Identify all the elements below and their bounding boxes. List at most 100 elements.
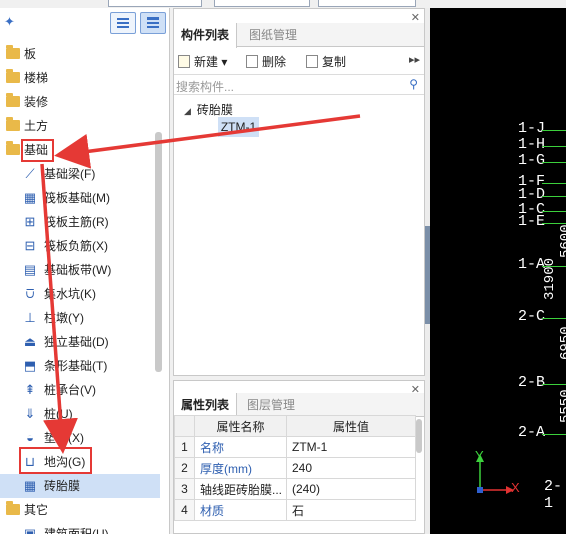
folder-icon [6, 141, 20, 155]
folder-icon [6, 93, 20, 107]
trench-icon: ⊔ [24, 454, 36, 469]
property-value[interactable]: 240 [286, 457, 416, 479]
property-panel: ✕ 属性列表 图层管理 属性名称 属性值 1 名称 ZTM-1 2 厚度(mm) 240 3… [173, 380, 425, 534]
footing-icon: ⏏ [23, 334, 37, 349]
strip-footing-icon: ⬒ [23, 358, 37, 373]
grid-view-button[interactable] [140, 12, 166, 34]
tree-item[interactable]: ⇓ 桩(U) [0, 402, 160, 426]
tree-folder[interactable]: 其它 [0, 498, 160, 522]
property-index: 3 [174, 478, 195, 500]
property-name: 材质 [194, 499, 287, 521]
tree-item[interactable]: ▣ 建筑面积(U) [0, 522, 160, 534]
area-icon: ▣ [23, 526, 37, 534]
folder-icon [6, 45, 20, 59]
tree-item-label: 桩(U) [44, 407, 73, 421]
property-name: 轴线距砖胎膜... [194, 478, 287, 500]
search-icon[interactable]: ⚲ [409, 77, 418, 91]
component-list-panel: ✕ 构件列表 图纸管理 新建 ▾ 删除 复制 ▸▸ 搜索构件... ⚲ ◢ 砖胎膜… [173, 8, 425, 376]
tab-drawing-management[interactable]: 图纸管理 [242, 23, 304, 47]
tree-toolbar: ✦ [0, 8, 169, 40]
tree-item-label: 筏板负筋(X) [44, 239, 108, 253]
axis-label: 2-A [518, 424, 546, 441]
tree-item[interactable]: ⏏ 独立基础(D) [0, 330, 160, 354]
tree-item[interactable]: ⟋ 基础梁(F) [0, 162, 160, 186]
tab-layer-management[interactable]: 图层管理 [240, 393, 302, 417]
property-value[interactable]: (240) [286, 478, 416, 500]
rebar-icon: ⊞ [24, 214, 36, 229]
tab-component-list[interactable]: 构件列表 [174, 23, 238, 48]
folder-icon [6, 501, 20, 515]
axis-grid-line [542, 146, 566, 147]
tree-folder[interactable]: 装修 [0, 90, 160, 114]
tree-folder[interactable]: 基础 [0, 138, 160, 162]
property-row[interactable]: 3 轴线距砖胎膜... (240) [174, 478, 416, 500]
search-input[interactable]: 搜索构件... [176, 78, 234, 95]
tree-item-label: 条形基础(T) [44, 359, 108, 373]
tree-item[interactable]: ⊔ 地沟(G) [0, 450, 160, 474]
pier-icon: ⊥ [24, 310, 36, 325]
top-dropdown-3[interactable] [318, 0, 416, 7]
top-dropdown-1[interactable] [108, 0, 202, 7]
tree-item-label: 筏板主筋(R) [44, 215, 109, 229]
axis-label: 1-A [518, 256, 546, 273]
collapse-triangle-icon[interactable]: ◢ [184, 106, 191, 116]
pile-cap-icon: ⇞ [24, 382, 36, 397]
sump-icon: ⩂ [25, 286, 35, 301]
delete-label: 删除 [262, 55, 287, 69]
tree-item[interactable]: ⇞ 桩承台(V) [0, 378, 160, 402]
component-actions: 新建 ▾ 删除 复制 ▸▸ [174, 47, 424, 75]
property-table-header: 属性名称 属性值 [174, 415, 416, 437]
tree-folder[interactable]: 楼梯 [0, 66, 160, 90]
axis-grid-line [542, 211, 566, 212]
axis-label: 2-B [518, 374, 546, 391]
axis-grid-line [542, 434, 566, 435]
tree-item[interactable]: ⬒ 条形基础(T) [0, 354, 160, 378]
tree-item[interactable]: ◒ 垫层(X) [0, 426, 160, 450]
axis-label: 1-J [518, 120, 546, 137]
cad-drawing-area[interactable]: 1-J 1-H 1-G 1-F 1-D 1-C 1-E 1-A 2-C 2-B 2-A 2-1 319… [430, 8, 566, 534]
tree-folder[interactable]: 土方 [0, 114, 160, 138]
group-label: 砖胎膜 [196, 103, 233, 117]
tree-item[interactable]: ⊥ 柱墩(Y) [0, 306, 160, 330]
tree-item-label: 建筑面积(U) [44, 527, 109, 534]
property-row[interactable]: 2 厚度(mm) 240 [174, 457, 416, 479]
copy-button[interactable]: 复制 [306, 53, 346, 70]
brick-mold-icon: ▦ [23, 478, 37, 493]
new-label: 新建 [194, 55, 219, 69]
property-value[interactable]: ZTM-1 [286, 436, 416, 458]
property-tabs: 属性列表 图层管理 [174, 393, 424, 418]
axis-grid-line [542, 196, 566, 197]
component-search[interactable]: 搜索构件... ⚲ [174, 75, 424, 95]
axis-label: 2-1 [544, 478, 563, 512]
tree-item-label: 基础板带(W) [44, 263, 112, 277]
property-value[interactable]: 石 [286, 499, 416, 521]
tree-folder[interactable]: 板 [0, 42, 160, 66]
pin-icon[interactable]: ✦ [4, 14, 15, 30]
more-chevron-icon[interactable]: ▸▸ [409, 53, 420, 66]
tree-item[interactable]: ⊟ 筏板负筋(X) [0, 234, 160, 258]
tree-item[interactable]: ▤ 基础板带(W) [0, 258, 160, 282]
property-scrollbar[interactable] [416, 419, 422, 453]
new-icon [178, 55, 190, 68]
property-row[interactable]: 4 材质石 [174, 499, 416, 521]
component-group[interactable]: ◢ 砖胎膜 [184, 101, 233, 118]
tree-item-label: 砖胎膜 [44, 479, 81, 493]
tree-item-label: 桩承台(V) [44, 383, 96, 397]
app-window: ✦ 板楼梯 装修 土方 基础 ⟋ 基础梁(F) ▦ 筏板基础(M) ⊞ 筏板主筋(R) ⊟ 筏板负筋(… [0, 0, 566, 534]
delete-button[interactable]: 删除 [246, 53, 286, 70]
neg-rebar-icon: ⊟ [24, 238, 36, 253]
tree-scrollbar[interactable] [155, 132, 162, 372]
property-row[interactable]: 1 名称 ZTM-1 [174, 436, 416, 458]
list-view-button[interactable] [110, 12, 136, 34]
tree-item[interactable]: ▦ 筏板基础(M) [0, 186, 160, 210]
new-button[interactable]: 新建 ▾ [178, 53, 227, 70]
ucs-y-label: Y [475, 448, 484, 463]
strip-icon: ▤ [23, 262, 37, 277]
top-dropdown-2[interactable] [214, 0, 310, 7]
tree-item[interactable]: ⩂ 集水坑(K) [0, 282, 160, 306]
tree-item[interactable]: ▦ 砖胎膜 [0, 474, 160, 498]
component-item-ztm1[interactable]: ZTM-1 [218, 117, 259, 137]
property-name: 厚度(mm) [194, 457, 287, 479]
component-tree-panel: ✦ 板楼梯 装修 土方 基础 ⟋ 基础梁(F) ▦ 筏板基础(M) ⊞ 筏板主筋(R) ⊟ 筏板负筋(… [0, 8, 170, 534]
tree-item[interactable]: ⊞ 筏板主筋(R) [0, 210, 160, 234]
